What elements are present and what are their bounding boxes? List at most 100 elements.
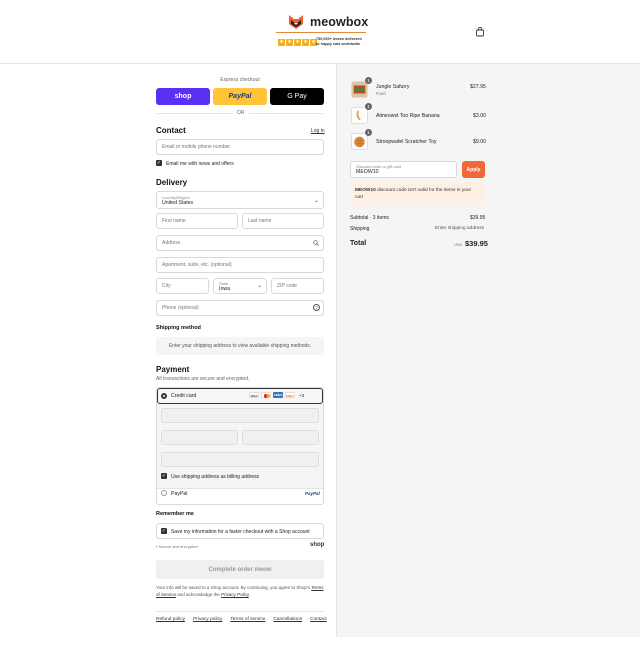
item-name: Almeowst Too Ripe Banana <box>376 113 440 119</box>
country-value: United States <box>162 199 194 206</box>
address-field[interactable]: Address <box>156 235 324 251</box>
chevron-down-icon: ⌄ <box>257 283 263 289</box>
brand-name: meowbox <box>310 15 369 29</box>
apply-button[interactable]: Apply <box>462 161 485 178</box>
error-code: MEOW10 <box>355 188 376 193</box>
remember-me-checkbox[interactable]: ✓ <box>161 528 167 534</box>
remember-me-heading: Remember me <box>156 511 194 517</box>
item-name: Jungle Safurry <box>376 84 410 90</box>
delivery-heading: Delivery <box>156 178 188 187</box>
subtotal-label: Subtotal · 3 items <box>350 215 389 221</box>
login-link[interactable]: Log in <box>311 128 325 134</box>
search-icon <box>313 240 319 246</box>
product-thumbnail <box>351 81 368 98</box>
rating-stars: ★ ★ ★ ★ ★ <box>278 39 318 46</box>
total-label: Total <box>350 240 367 247</box>
discount-field[interactable]: Discount code or gift card MEOW10 <box>350 161 457 178</box>
cancellations-link[interactable]: Cancellations <box>273 617 302 622</box>
security-code-field[interactable] <box>242 430 319 445</box>
city-field[interactable]: City <box>156 278 209 294</box>
footer-links: Refund policy Privacy policy Terms of se… <box>156 617 335 622</box>
card-number-field[interactable] <box>161 408 319 423</box>
refund-policy-link[interactable]: Refund policy <box>156 617 185 622</box>
paypal-option-label: PayPal <box>171 491 188 497</box>
divider <box>157 488 323 489</box>
terms-of-service-link[interactable]: Terms of service <box>230 617 265 622</box>
shipping-methods-notice: Enter your shipping address to view avai… <box>156 337 324 355</box>
order-summary: 1 Jungle Safurry Food $27.95 1 Almeowst … <box>336 64 640 637</box>
billing-checkbox[interactable]: ✓ <box>161 473 167 479</box>
state-value: Iowa <box>219 285 230 292</box>
checkout-form: Express checkout shop PayPal G Pay OR Co… <box>0 64 336 663</box>
contact-heading: Contact <box>156 126 186 135</box>
last-name-field[interactable]: Last name <box>242 213 324 229</box>
discount-error-banner: MEOW10 discount code isn't valid for the… <box>350 182 485 206</box>
star-icon: ★ <box>278 39 285 46</box>
news-label: Email me with news and offers <box>166 161 234 167</box>
credit-card-radio[interactable] <box>161 393 167 399</box>
shop-pay-label: shop <box>174 93 192 100</box>
jungle-food-image <box>353 85 366 94</box>
more-cards-count: +3 <box>299 392 305 398</box>
paypal-logo: PayPal <box>305 491 320 496</box>
credit-card-label: Credit card <box>171 393 197 399</box>
shop-logo: shop <box>310 542 325 548</box>
phone-placeholder: Phone (optional) <box>162 305 199 311</box>
item-quantity-badge: 1 <box>365 103 372 110</box>
item-price: $9.00 <box>473 139 486 145</box>
express-checkout-title: Express checkout <box>220 77 260 83</box>
expiration-field[interactable] <box>161 430 238 445</box>
currency-code: USD <box>454 242 463 247</box>
stroopwafel-toy-image <box>354 136 365 148</box>
complete-order-button[interactable]: Complete order meow <box>156 560 324 579</box>
item-price: $3.00 <box>473 113 486 119</box>
remember-me-label: Save my information for a faster checkou… <box>171 529 310 535</box>
cat-logo-icon <box>289 15 303 29</box>
news-checkbox[interactable]: ✓ <box>156 160 162 166</box>
first-name-placeholder: First name <box>162 218 186 224</box>
item-name: Stroopwafel Scratcher Toy <box>376 139 437 145</box>
star-icon: ★ <box>294 39 301 46</box>
item-quantity-badge: 1 <box>365 77 372 84</box>
payment-subtitle: All transactions are secure and encrypte… <box>156 376 250 382</box>
mastercard-icon <box>261 392 271 398</box>
phone-field[interactable]: Phone (optional) <box>156 300 324 316</box>
paypal-label: PayPal <box>228 93 252 100</box>
payment-heading: Payment <box>156 365 190 374</box>
apartment-placeholder: Apartment, suite, etc. (optional) <box>162 262 232 268</box>
shop-pay-button[interactable]: shop <box>156 88 210 105</box>
name-on-card-field[interactable] <box>161 452 319 467</box>
discount-value: MEOW10 <box>356 169 379 175</box>
legal-text: Your info will be saved to a Shop accoun… <box>156 585 311 590</box>
google-pay-button[interactable]: G Pay <box>270 88 324 105</box>
email-field[interactable]: Email or mobile phone number <box>156 139 324 155</box>
country-select[interactable]: Country/Region United States <box>156 191 324 209</box>
banana-toy-image <box>356 110 361 121</box>
product-thumbnail <box>351 133 368 150</box>
apply-label: Apply <box>466 166 481 173</box>
shipping-label: Shipping <box>350 226 370 232</box>
shopping-bag-icon[interactable] <box>475 27 485 37</box>
legal-notice: Your info will be saved to a Shop accoun… <box>156 584 326 598</box>
contact-link[interactable]: Contact <box>310 617 327 622</box>
last-name-placeholder: Last name <box>248 218 272 224</box>
review-badge: ★ ★ ★ ★ ★ 750,000+ boxes delivered to ha… <box>276 32 366 50</box>
paypal-radio[interactable] <box>161 490 167 496</box>
or-separator: OR <box>233 110 249 116</box>
city-placeholder: City <box>162 283 171 289</box>
paypal-button[interactable]: PayPal <box>213 88 267 105</box>
privacy-link[interactable]: Privacy Policy <box>221 592 249 597</box>
privacy-policy-link[interactable]: Privacy policy <box>193 617 222 622</box>
email-placeholder: Email or mobile phone number <box>162 144 231 150</box>
help-icon[interactable]: ? <box>313 304 320 311</box>
apartment-field[interactable]: Apartment, suite, etc. (optional) <box>156 257 324 273</box>
zip-placeholder: ZIP code <box>277 283 297 289</box>
brand-logo[interactable]: meowbox <box>288 15 368 29</box>
zip-field[interactable]: ZIP code <box>271 278 324 294</box>
tagline: 750,000+ boxes delivered to happy cats w… <box>316 37 362 46</box>
star-icon: ★ <box>302 39 309 46</box>
legal-and: and acknowledge the <box>177 592 220 597</box>
first-name-field[interactable]: First name <box>156 213 238 229</box>
discover-icon: DISC <box>285 392 295 398</box>
card-logos: VISA AMEX DISC +3 <box>247 392 304 398</box>
